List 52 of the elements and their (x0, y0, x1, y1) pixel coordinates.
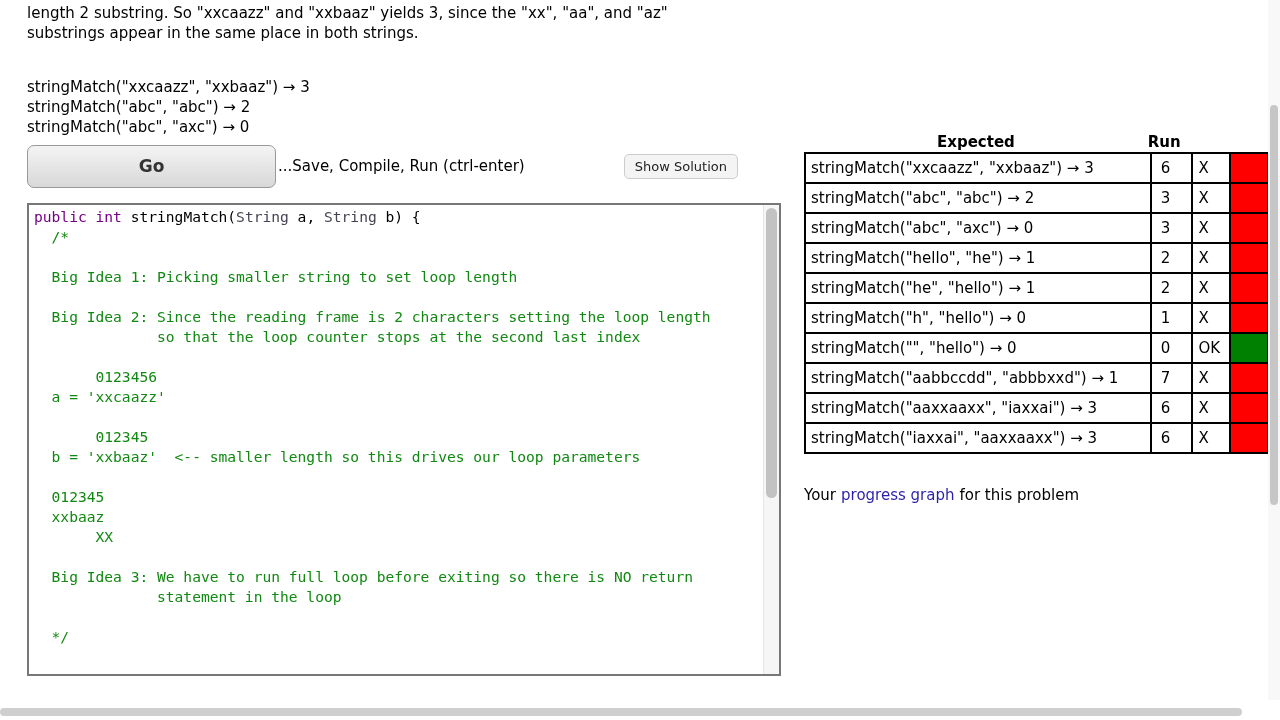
scrollbar[interactable] (763, 205, 779, 674)
table-cell: stringMatch("iaxxai", "aaxxaaxx") → 3 (805, 423, 1151, 453)
description-text: substrings appear in the same place in both strings. (27, 23, 420, 43)
code-line: /* (50, 227, 70, 247)
code-line: XX (94, 527, 114, 547)
code-line: */ (50, 627, 70, 647)
table-cell: 3 (1150, 213, 1193, 243)
table-cell: 2 (1150, 243, 1193, 273)
code-line: so that the loop counter stops at the second last index (156, 327, 641, 347)
progress-graph-link[interactable]: progress graph (841, 486, 955, 504)
code-line: a = 'xxcaazz' (50, 387, 166, 407)
code-line: Big Idea 3: We have to run full loop before exiting so there is NO return (50, 567, 693, 587)
code-line: Big Idea 1: Picking smaller string to set loop length (50, 267, 518, 287)
page-scrollbar[interactable] (1268, 0, 1280, 700)
table-cell: stringMatch("abc", "axc") → 0 (805, 213, 1151, 243)
table-cell: 3 (1150, 183, 1193, 213)
progress-text: for this problem (959, 486, 1080, 504)
code-line: statement in the loop (156, 587, 342, 607)
table-cell: 6 (1150, 393, 1193, 423)
code-line: public int stringMatch(String a, String b) { (34, 207, 421, 227)
table-cell: stringMatch("abc", "abc") → 2 (805, 183, 1151, 213)
go-button[interactable]: Go (27, 144, 276, 188)
run-hint-text: ...Save, Compile, Run (ctrl-enter) (278, 157, 525, 175)
description-text: length 2 substring. So "xxcaazz" and "xxbaaz" yields 3, since the "xx", "aa", and "az" (27, 3, 669, 23)
column-header: Run (1147, 132, 1181, 152)
code-line: xxbaaz (50, 507, 105, 527)
example-text: stringMatch("abc", "axc") → 0 (27, 117, 251, 137)
table-cell: 6 (1150, 423, 1193, 453)
code-line: b = 'xxbaaz' <-- smaller length so this drives our loop parameters (50, 447, 641, 467)
column-header: Expected (937, 132, 1015, 152)
code-line: 0123456 (94, 367, 157, 387)
show-solution-button[interactable]: Show Solution (623, 153, 738, 179)
table-cell: stringMatch("hello", "he") → 1 (805, 243, 1151, 273)
table-cell: 1 (1150, 303, 1193, 333)
code-line: 012345 (94, 427, 149, 447)
table-cell: 0 (1150, 333, 1193, 363)
table-cell: stringMatch("aaxxaaxx", "iaxxai") → 3 (805, 393, 1151, 423)
table-cell: stringMatch("xxcaazz", "xxbaaz") → 3 (805, 153, 1151, 183)
progress-text: Your (804, 486, 837, 504)
table-cell: stringMatch("h", "hello") → 0 (805, 303, 1151, 333)
example-text: stringMatch("abc", "abc") → 2 (27, 97, 252, 117)
table-cell: stringMatch("aabbccdd", "abbbxxd") → 1 (805, 363, 1151, 393)
table-cell: stringMatch("he", "hello") → 1 (805, 273, 1151, 303)
table-cell: 7 (1150, 363, 1193, 393)
code-line: Big Idea 2: Since the reading frame is 2 characters setting the loop length (50, 307, 711, 327)
table-cell: stringMatch("", "hello") → 0 (805, 333, 1151, 363)
table-cell: 2 (1150, 273, 1193, 303)
horizontal-scrollbar[interactable] (0, 708, 1242, 716)
example-text: stringMatch("xxcaazz", "xxbaaz") → 3 (27, 77, 311, 97)
code-line: 012345 (50, 487, 105, 507)
code-editor[interactable] (27, 203, 781, 676)
table-cell: 6 (1150, 153, 1193, 183)
